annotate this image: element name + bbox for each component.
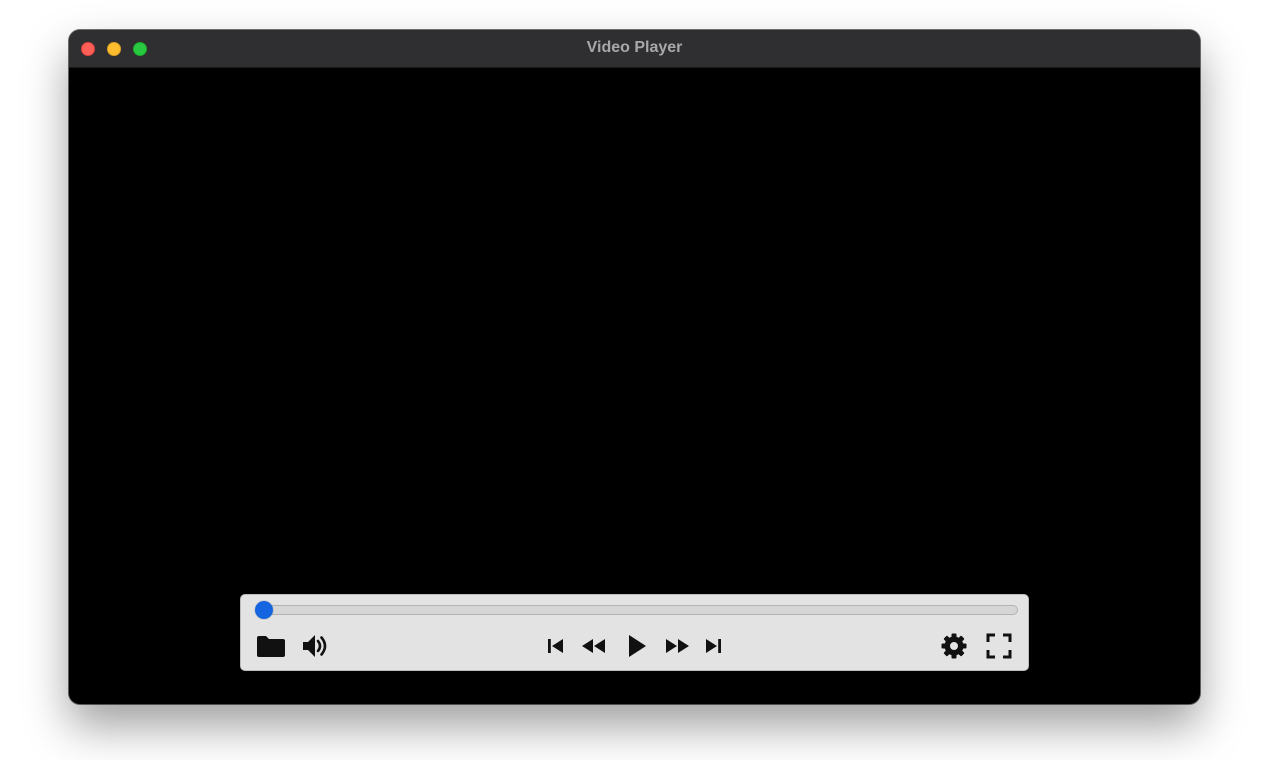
play-icon [623,633,649,659]
volume-button[interactable] [300,631,332,661]
playback-controls-bar [240,594,1029,671]
fullscreen-icon [986,633,1012,659]
title-bar[interactable]: Video Player [69,30,1200,68]
fullscreen-button[interactable] [983,631,1015,661]
video-player-window: Video Player [69,30,1200,704]
rewind-icon [580,636,608,656]
seek-bar[interactable] [255,601,1018,619]
seek-thumb[interactable] [255,601,273,619]
skip-previous-icon [545,636,567,656]
folder-icon [256,634,286,658]
skip-next-button[interactable] [697,631,729,661]
open-file-button[interactable] [255,631,287,661]
settings-button[interactable] [938,631,970,661]
rewind-button[interactable] [578,631,610,661]
gear-icon [940,632,968,660]
fast-forward-button[interactable] [661,631,693,661]
skip-previous-button[interactable] [540,631,572,661]
window-title: Video Player [586,39,683,56]
skip-next-icon [702,636,724,656]
play-button[interactable] [620,631,652,661]
fast-forward-icon [663,636,691,656]
speaker-volume-icon [301,632,331,660]
